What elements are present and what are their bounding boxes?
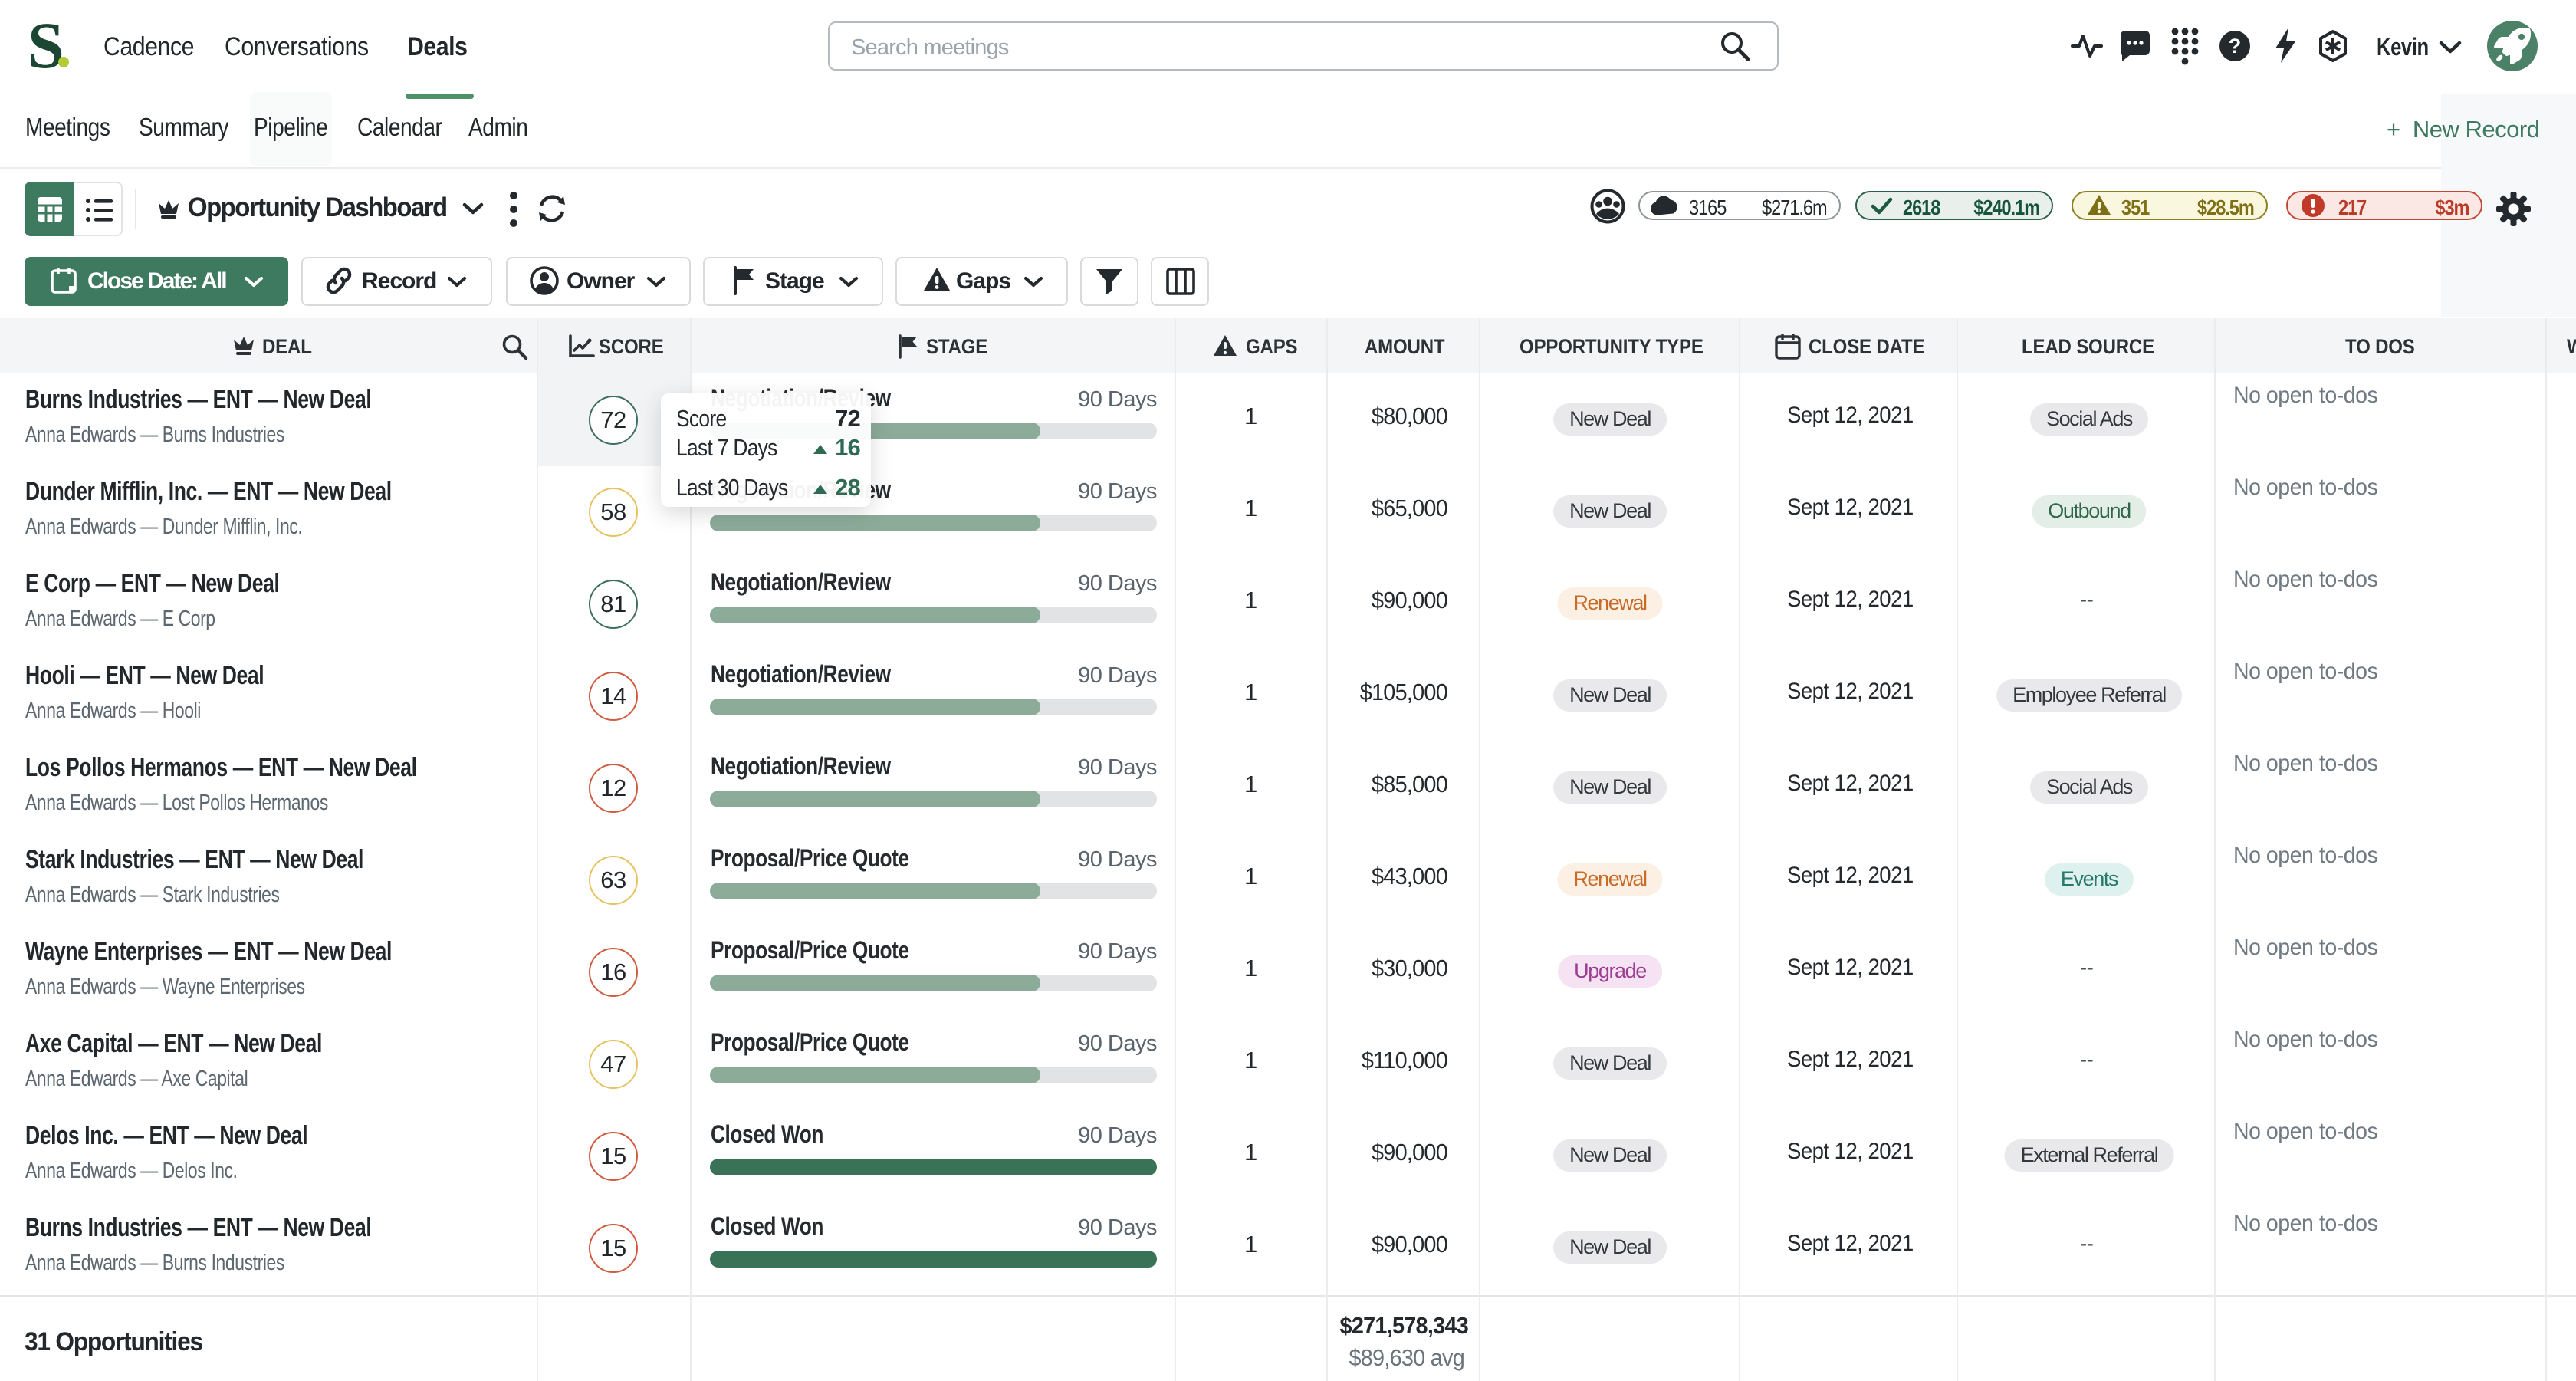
svg-text:?: ? bbox=[2229, 35, 2242, 58]
